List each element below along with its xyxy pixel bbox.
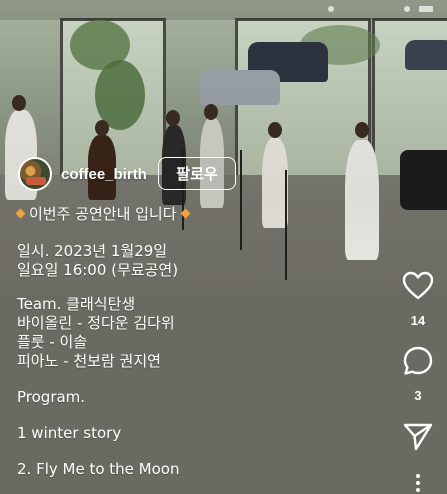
heart-icon[interactable] [402, 270, 434, 302]
caption-headline: 이번주 공연안내 입니다 [29, 205, 177, 223]
caption-line: 2. Fly Me to the Moon [17, 460, 180, 478]
caption-line: 일요일 16:00 (무료공연) [17, 261, 179, 279]
caption-line: 플룻 - 이솔 [17, 333, 88, 351]
more-vertical-icon[interactable] [415, 474, 421, 494]
caption-line: 바이올린 - 정다운 김다위 [17, 314, 175, 332]
orange-diamond-icon [15, 208, 26, 219]
username[interactable]: coffee_birth [61, 166, 147, 183]
caption-line: Team. 클래식탄생 [17, 295, 136, 313]
caption-line: 1 winter story [17, 424, 122, 442]
comment-count[interactable]: 3 [395, 388, 441, 403]
orange-diamond-icon [180, 208, 190, 219]
caption-headline-row: 이번주 공연안내 입니다 [15, 205, 194, 224]
follow-button[interactable]: 팔로우 [158, 157, 236, 190]
caption-line: Program. [17, 388, 86, 406]
caption-line: 일시. 2023년 1월29일 [17, 242, 168, 260]
like-count[interactable]: 14 [395, 313, 441, 328]
profile-row[interactable]: coffee_birth [18, 157, 147, 191]
avatar[interactable] [18, 157, 52, 191]
caption-line: 피아노 - 천보람 권지연 [17, 352, 161, 370]
send-icon[interactable] [402, 420, 434, 452]
comment-bubble-icon[interactable] [402, 345, 434, 377]
